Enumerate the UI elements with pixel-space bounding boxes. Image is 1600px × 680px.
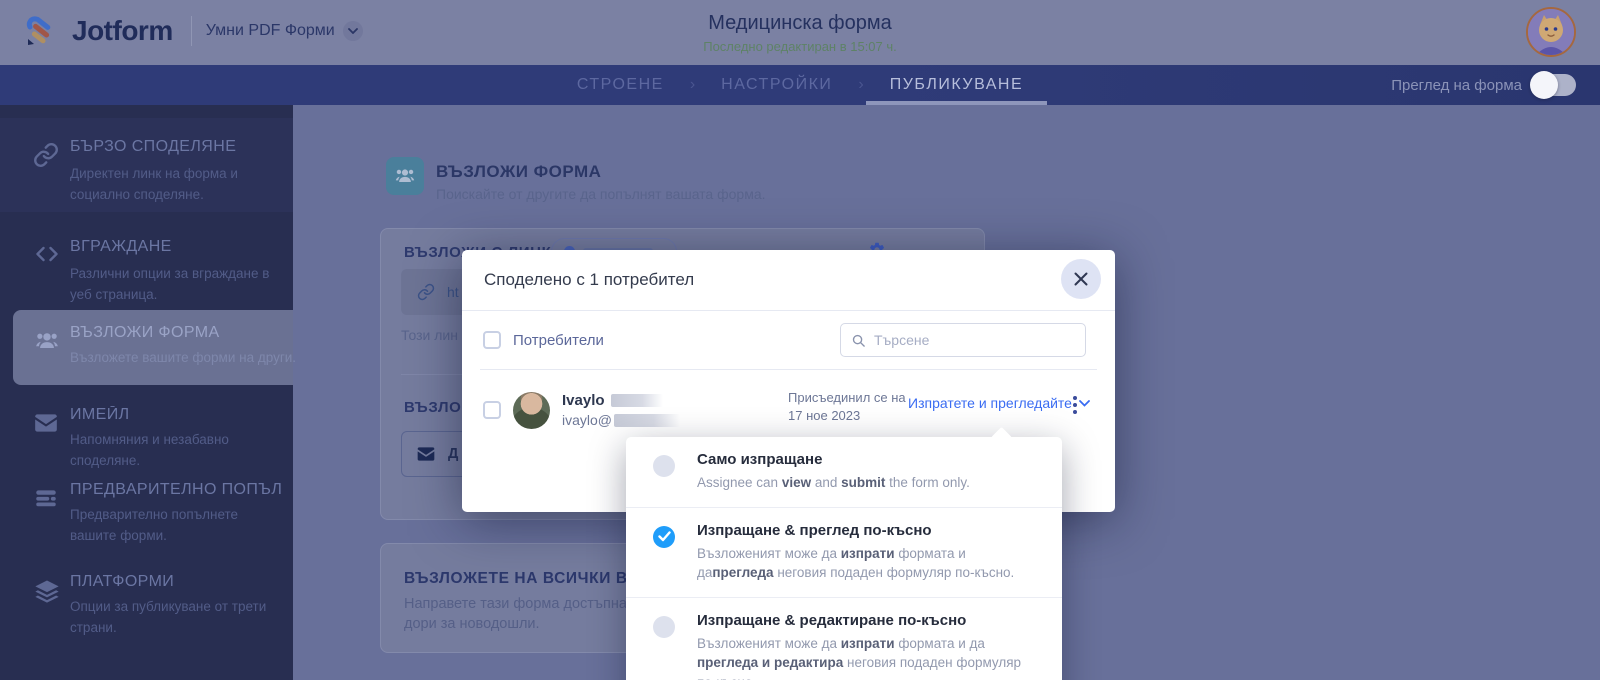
link-note: Този лин xyxy=(401,327,458,343)
permission-dropdown: Само изпращане Assignee can view and subm… xyxy=(626,426,1062,680)
form-preview-label: Преглед на форма xyxy=(1391,76,1522,94)
assign-org-text-line1: Направете тази форма достъпна за xyxy=(404,596,646,612)
modal-title: Споделено с 1 потребител xyxy=(484,270,695,289)
joined-line2: 17 ное 2023 xyxy=(788,407,861,423)
sidebar-item-prefill[interactable]: ПРЕДВАРИТЕЛНО ПОПЪЛ... Предварително попъ… xyxy=(0,463,293,556)
select-all-checkbox[interactable] xyxy=(483,331,501,349)
link-icon xyxy=(33,142,61,170)
radio-unchecked-icon[interactable] xyxy=(653,455,675,477)
form-preview-toggle[interactable] xyxy=(1530,71,1576,99)
tab-arrow-icon: › xyxy=(689,76,696,93)
sidebar-item-desc: Различни опции за вграждане в уеб страни… xyxy=(70,266,270,302)
permission-option-title: Само изпращане xyxy=(697,451,823,468)
sidebar-item-assign[interactable]: ВЪЗЛОЖИ ФОРМА Възложете вашите форми на д… xyxy=(13,310,297,385)
permission-option-desc: Assignee can view and submit the form on… xyxy=(697,475,970,490)
jotform-logo-icon xyxy=(22,13,58,49)
assign-icon xyxy=(33,328,61,356)
chevron-down-icon xyxy=(342,21,363,41)
sidebar-item-title: ВГРАЖДАНЕ xyxy=(70,238,172,255)
jotform-logo-text: Jotform xyxy=(72,15,173,46)
permission-option-desc: Възложеният може да изпрати формата и да… xyxy=(697,545,1015,581)
product-switcher[interactable]: Умни PDF Форми xyxy=(206,21,363,41)
user-name: Ivaylo xyxy=(562,392,605,409)
tab-строене[interactable]: СТРОЕНЕ xyxy=(553,65,688,105)
permission-option-title: Изпращане & редактиране по-късно xyxy=(697,611,967,629)
permission-label: Изпратете и прегледайте xyxy=(908,395,1072,411)
form-link-text: ht xyxy=(447,284,459,300)
user-search xyxy=(840,323,1086,357)
permission-option[interactable]: Изпращане & редактиране по-късно Възложен… xyxy=(626,596,1062,680)
envelope-icon xyxy=(416,444,436,464)
radio-checked-icon[interactable] xyxy=(653,525,675,548)
header-divider xyxy=(190,16,192,46)
user-email: ivaylo@ xyxy=(562,412,613,428)
assign-org-text-line2: дори за новодошли. xyxy=(404,616,540,632)
assign-form-icon xyxy=(386,157,424,195)
add-email-label: Д xyxy=(448,446,459,462)
kebab-menu-icon[interactable] xyxy=(1071,394,1079,416)
search-input[interactable] xyxy=(874,332,1075,348)
toggle-knob xyxy=(1530,71,1558,99)
link-icon xyxy=(417,283,435,301)
search-icon xyxy=(851,333,866,348)
permission-option[interactable]: Изпращане & преглед по-късно Възложеният … xyxy=(626,506,1062,597)
app-header: Jotform Умни PDF Форми Медицинска форма … xyxy=(0,0,1600,65)
sidebar-item-desc: Възложете вашите форми на други. xyxy=(70,350,297,365)
publish-sidebar: БЪРЗО СПОДЕЛЯНЕ Директен линк на форма и … xyxy=(0,105,297,680)
form-title: Медицинска форма xyxy=(708,11,892,34)
platforms-icon xyxy=(33,577,61,605)
embed-icon xyxy=(33,242,61,270)
sidebar-item-embed[interactable]: ВГРАЖДАНЕ Различни опции за вграждане в у… xyxy=(0,212,293,310)
section-title: ВЪЗЛОЖИ ФОРМА xyxy=(436,162,602,181)
sidebar-item-title: БЪРЗО СПОДЕЛЯНЕ xyxy=(70,138,237,155)
product-switcher-label: Умни PDF Форми xyxy=(205,22,335,39)
nav-tabs: СТРОЕНЕ › НАСТРОЙКИ › ПУБЛИКУВАНЕ xyxy=(0,65,1600,105)
prefill-icon xyxy=(33,485,61,513)
sidebar-item-desc: Опции за публикуване от трети страни. xyxy=(70,599,267,635)
radio-unchecked-icon[interactable] xyxy=(653,615,675,638)
sidebar-item-title: ВЪЗЛОЖИ ФОРМА xyxy=(70,324,220,341)
sidebar-item-title: ПЛАТФОРМИ xyxy=(70,573,175,590)
last-edited-status: Последно редактиран в 15:07 ч. xyxy=(703,38,897,54)
tab-публикуване[interactable]: ПУБЛИКУВАНЕ xyxy=(865,65,1048,105)
user-photo-avatar xyxy=(513,391,550,429)
section-subtitle: Поискайте от другите да попълнят вашата … xyxy=(436,186,766,202)
user-checkbox[interactable] xyxy=(483,401,501,419)
user-avatar[interactable] xyxy=(1526,7,1576,57)
email-icon xyxy=(33,410,61,438)
sidebar-item-email[interactable]: ИМЕЙЛ Напомняния и незабавно споделяне. xyxy=(0,390,293,468)
redacted-surname xyxy=(610,394,663,407)
sidebar-item-link[interactable]: БЪРЗО СПОДЕЛЯНЕ Директен линк на форма и … xyxy=(0,118,293,212)
users-label: Потребители xyxy=(513,331,604,349)
redacted-email xyxy=(614,413,681,427)
tab-arrow-icon: › xyxy=(858,76,864,93)
sidebar-item-title: ПРЕДВАРИТЕЛНО ПОПЪЛ... xyxy=(70,481,283,498)
permission-option-desc: Възложеният може да изпрати формата и да… xyxy=(697,635,1022,680)
joined-line1: Присъединил се на xyxy=(788,390,906,405)
sidebar-item-desc: Директен линк на форма и социално сподел… xyxy=(70,166,238,202)
assign-email-heading: ВЪЗЛО xyxy=(404,399,462,416)
sidebar-item-platforms[interactable]: ПЛАТФОРМИ Опции за публикуване от трети с… xyxy=(0,556,293,650)
close-icon[interactable] xyxy=(1061,259,1101,299)
sidebar-item-desc: Предварително попълнете вашите форми. xyxy=(70,507,239,543)
navbar: СТРОЕНЕ › НАСТРОЙКИ › ПУБЛИКУВАНЕ Преглед на… xyxy=(0,65,1600,105)
permission-option-title: Изпращане & преглед по-късно xyxy=(697,521,932,539)
tab-настройки[interactable]: НАСТРОЙКИ xyxy=(697,65,856,105)
chevron-down-icon xyxy=(1079,399,1090,407)
permission-option[interactable]: Само изпращане Assignee can view and subm… xyxy=(626,437,1062,507)
sidebar-item-title: ИМЕЙЛ xyxy=(70,406,130,423)
permission-dropdown-trigger[interactable]: Изпратете и прегледайте xyxy=(908,395,1090,411)
